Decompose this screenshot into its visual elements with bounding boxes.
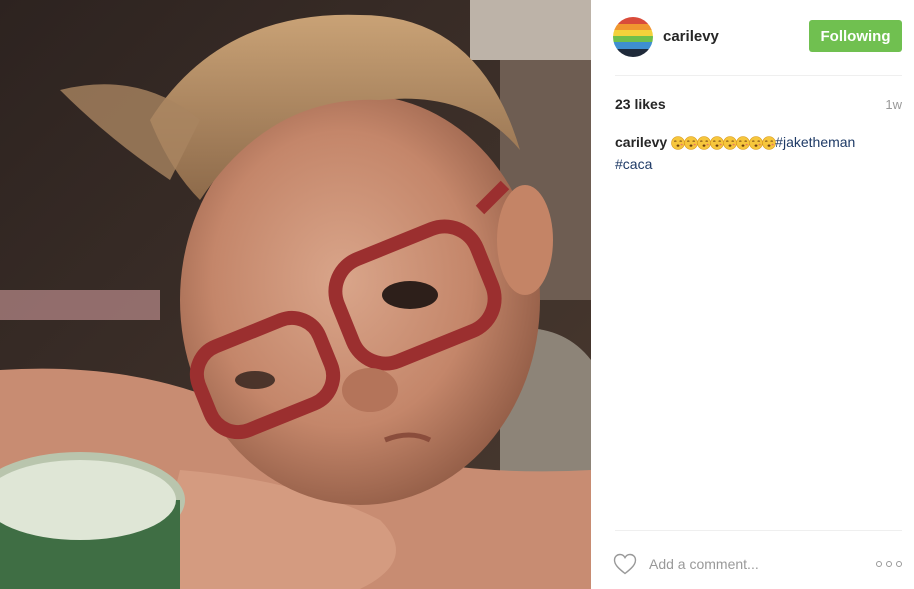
footer-divider (615, 530, 902, 531)
comment-input[interactable] (649, 552, 859, 576)
kissing-face-emoji-icon (671, 136, 685, 150)
kissing-face-emoji-icon (723, 136, 737, 150)
caption-emojis (671, 136, 776, 155)
caption-username-link[interactable]: carilevy (615, 134, 667, 150)
post-timestamp[interactable]: 1w (885, 97, 902, 112)
post-photo[interactable] (0, 0, 591, 589)
kissing-face-emoji-icon (684, 136, 698, 150)
photo-child-glasses-image (0, 0, 591, 589)
more-dot (876, 561, 882, 567)
hashtag-caca[interactable]: #caca (615, 156, 652, 172)
hashtag-jaketheman[interactable]: #jaketheman (775, 134, 855, 150)
kissing-face-emoji-icon (749, 136, 763, 150)
more-dot (896, 561, 902, 567)
kissing-face-emoji-icon (736, 136, 750, 150)
kissing-face-emoji-icon (697, 136, 711, 150)
header-divider (615, 75, 902, 76)
post-header: carilevy Following (591, 0, 914, 76)
post-caption: carilevy #jaketheman #caca (615, 133, 900, 174)
profile-avatar-rainbow-icon[interactable] (613, 17, 653, 57)
heart-icon[interactable] (613, 553, 637, 575)
following-button[interactable]: Following (809, 20, 902, 52)
more-dot (886, 561, 892, 567)
post-dialog: carilevy Following 23 likes 1w carilevy #… (0, 0, 914, 589)
post-side-panel: carilevy Following 23 likes 1w carilevy #… (591, 0, 914, 589)
more-options-icon[interactable] (876, 557, 902, 571)
likes-count[interactable]: 23 likes (615, 96, 666, 112)
kissing-face-emoji-icon (710, 136, 724, 150)
header-username-link[interactable]: carilevy (663, 28, 719, 45)
